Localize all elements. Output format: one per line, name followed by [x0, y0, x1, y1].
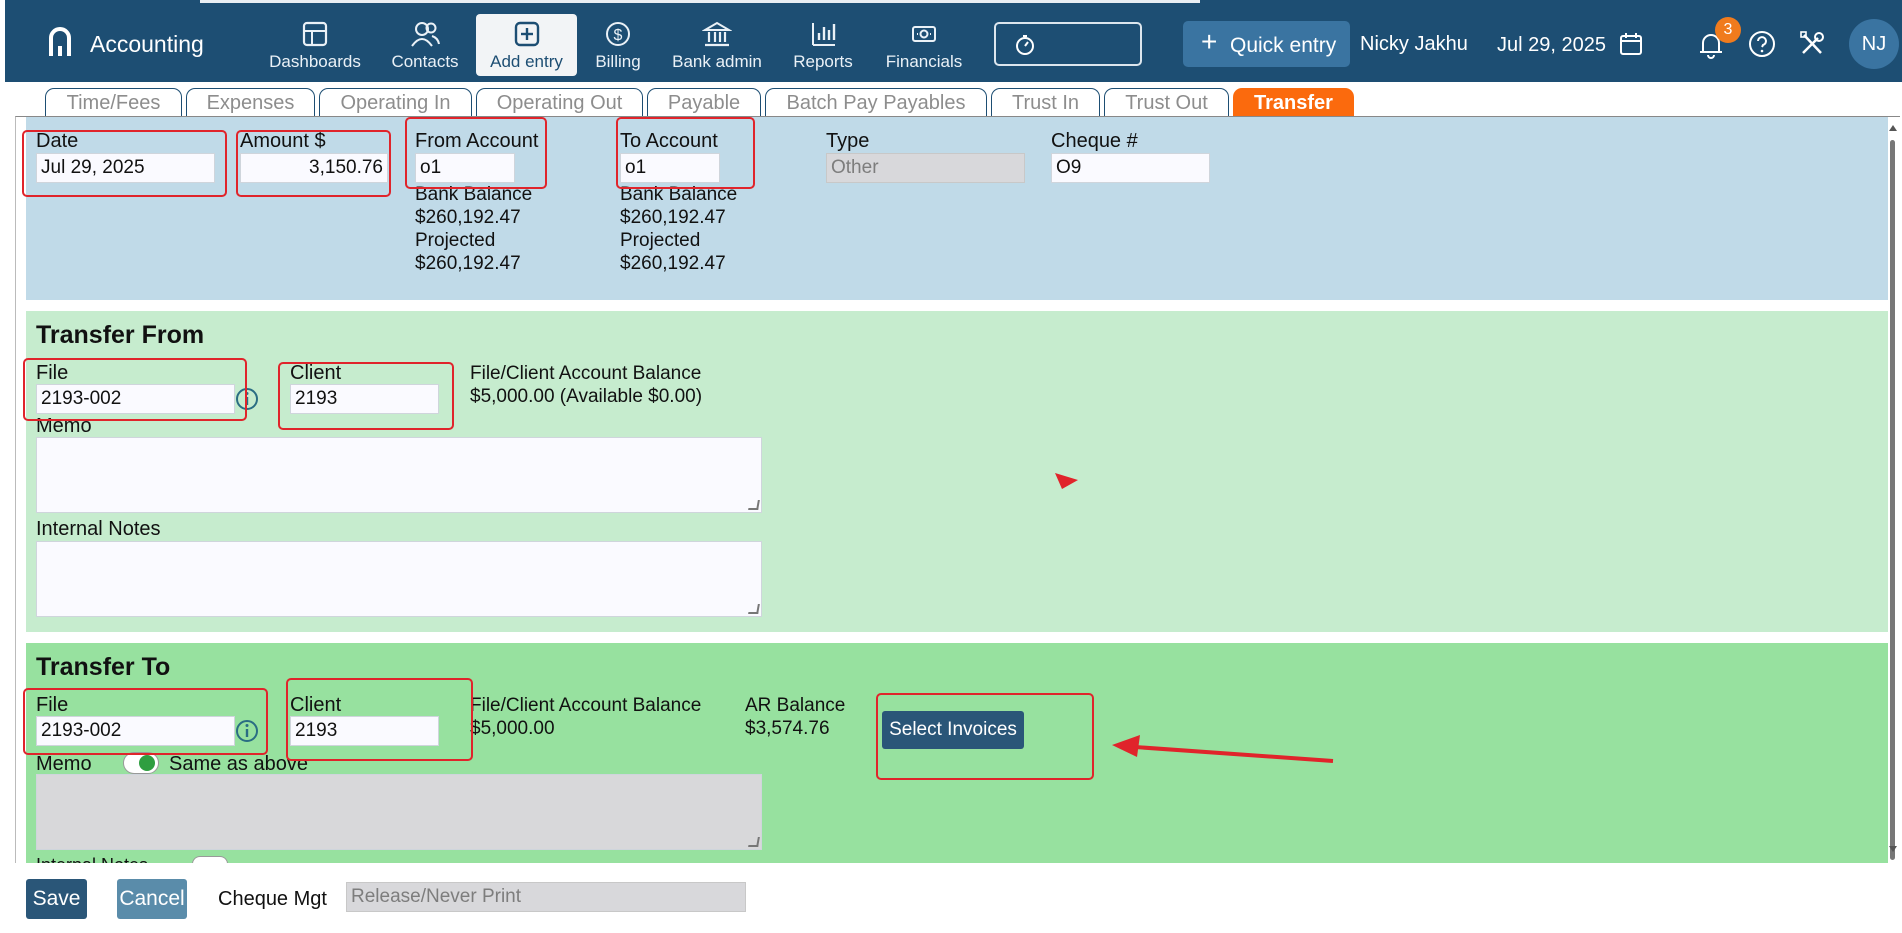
annotation-arrowhead-small: [1055, 473, 1078, 489]
annotation-arrows: [1055, 473, 1334, 763]
annotation-arrowhead: [1112, 735, 1140, 757]
annotation-arrow-line: [1134, 745, 1334, 763]
